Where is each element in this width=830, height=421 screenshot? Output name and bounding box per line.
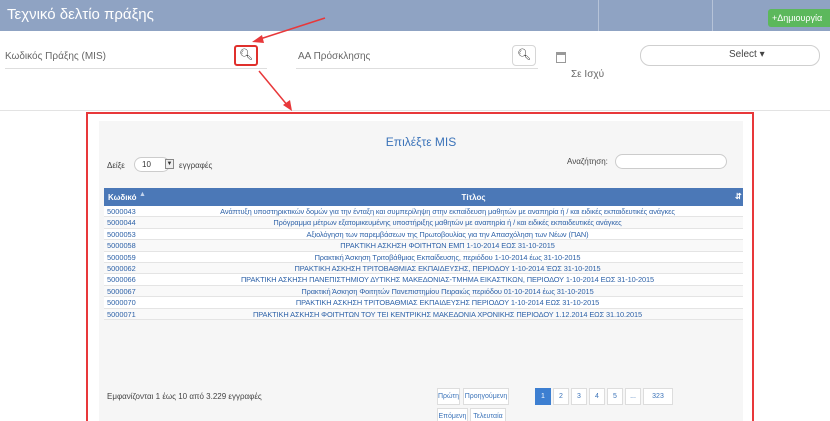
- table-row[interactable]: 5000062 ΠΡΑΚΤΙΚΗ ΑΣΚΗΣΗ ΤΡΙΤΟΒΑΘΜΙΑΣ ΕΚΠΑ…: [104, 262, 743, 275]
- table-row[interactable]: 5000043 Ανάπτυξη υποστηρικτικών δομών για…: [104, 206, 743, 218]
- search-label: Αναζήτηση:: [567, 157, 608, 166]
- search-icon: 🔍︎: [517, 49, 531, 61]
- page-first-button[interactable]: Πρώτη: [437, 388, 460, 405]
- mis-table: Κωδικό ▲ Τίτλος ⇵ 5000043 Ανάπτυξη υποστη…: [104, 188, 743, 320]
- page-button-3[interactable]: 3: [571, 388, 587, 405]
- table-row[interactable]: 5000066 ΠΡΑΚΤΙΚΗ ΑΣΚΗΣΗ ΠΑΝΕΠΙΣΤΗΜΙΟΥ ΔΥΤ…: [104, 274, 743, 286]
- cell-code[interactable]: 5000044: [107, 218, 136, 227]
- in-force-label: Σε Ισχύ: [571, 69, 605, 80]
- calendar-icon[interactable]: [556, 52, 566, 63]
- page-button-4[interactable]: 4: [589, 388, 605, 405]
- cell-code[interactable]: 5000066: [107, 275, 136, 284]
- cell-title[interactable]: Αξιολόγηση των παρεμβάσεων της Πρωτοβουλ…: [152, 230, 743, 239]
- cell-code[interactable]: 5000058: [107, 241, 136, 250]
- cell-code[interactable]: 5000070: [107, 298, 136, 307]
- call-number-label: ΑΑ Πρόσκλησης: [298, 51, 371, 62]
- table-info: Εμφανίζονται 1 έως 10 από 3.229 εγγραφές: [107, 392, 262, 401]
- page-button-5[interactable]: 5: [607, 388, 623, 405]
- modal-body: Επιλέξτε MIS Δείξε 10 ▼ εγγραφές Αναζήτη…: [99, 121, 743, 421]
- cell-code[interactable]: 5000053: [107, 230, 136, 239]
- cell-title[interactable]: ΠΡΑΚΤΙΚΗ ΑΣΚΗΣΗ ΤΡΙΤΟΒΑΘΜΙΑΣ ΕΚΠΑΙΔΕΥΣΗΣ…: [152, 298, 743, 307]
- table-row[interactable]: 5000070 ΠΡΑΚΤΙΚΗ ΑΣΚΗΣΗ ΤΡΙΤΟΒΑΘΜΙΑΣ ΕΚΠΑ…: [104, 297, 743, 309]
- table-row[interactable]: 5000044 Πρόγραμμα μέτρων εξατομικευμένης …: [104, 217, 743, 229]
- mis-search-button[interactable]: 🔍︎: [234, 45, 258, 66]
- page-next-button[interactable]: Επόμενη: [437, 408, 468, 421]
- mis-selection-modal: Επιλέξτε MIS Δείξε 10 ▼ εγγραφές Αναζήτη…: [86, 112, 754, 421]
- page-last-button[interactable]: Τελευταία: [470, 408, 506, 421]
- table-header: Κωδικό ▲ Τίτλος ⇵: [104, 188, 743, 206]
- cell-code[interactable]: 5000059: [107, 253, 136, 262]
- table-row[interactable]: 5000053 Αξιολόγηση των παρεμβάσεων της Πρ…: [104, 228, 743, 241]
- cell-code[interactable]: 5000067: [107, 287, 136, 296]
- search-input[interactable]: [615, 154, 727, 169]
- table-row[interactable]: 5000059 Πρακτική Άσκηση Τριτοβάθμιας Εκπα…: [104, 251, 743, 263]
- table-body: 5000043 Ανάπτυξη υποστηρικτικών δομών για…: [104, 206, 743, 320]
- show-label: Δείξε: [107, 161, 125, 170]
- cell-title[interactable]: ΠΡΑΚΤΙΚΗ ΑΣΚΗΣΗ ΤΡΙΤΟΒΑΘΜΙΑΣ ΕΚΠΑΙΔΕΥΣΗΣ…: [152, 264, 743, 273]
- page-previous-button[interactable]: Προηγούμενη: [463, 388, 509, 405]
- table-row[interactable]: 5000067 Πρακτική Άσκηση Φοιτητών Πανεπιστ…: [104, 285, 743, 298]
- cell-title[interactable]: Πρόγραμμα μέτρων εξατομικευμένης υποστήρ…: [152, 218, 743, 227]
- modal-title: Επιλέξτε MIS: [385, 135, 457, 149]
- page-ellipsis: ...: [625, 388, 641, 405]
- filter-panel: Κωδικός Πράξης (MIS) 🔍︎ ΑΑ Πρόσκλησης 🔍︎…: [0, 31, 830, 111]
- header-divider: [712, 0, 713, 31]
- page-button-323[interactable]: 323: [643, 388, 673, 405]
- cell-code[interactable]: 5000062: [107, 264, 136, 273]
- call-search-button[interactable]: 🔍︎: [512, 45, 536, 66]
- cell-title[interactable]: ΠΡΑΚΤΙΚΗ ΑΣΚΗΣΗ ΠΑΝΕΠΙΣΤΗΜΙΟΥ ΔΥΤΙΚΗΣ ΜΑ…: [152, 275, 743, 284]
- cell-title[interactable]: Πρακτική Άσκηση Τριτοβάθμιας Εκπαίδευσης…: [152, 253, 743, 262]
- cell-title[interactable]: Πρακτική Άσκηση Φοιτητών Πανεπιστημίου Π…: [152, 287, 743, 296]
- mis-code-label: Κωδικός Πράξης (MIS): [5, 51, 106, 62]
- header-divider: [598, 0, 599, 31]
- cell-title[interactable]: Ανάπτυξη υποστηρικτικών δομών για την έν…: [152, 207, 743, 216]
- caret-down-icon[interactable]: ▼: [165, 159, 174, 169]
- mis-code-input[interactable]: [5, 68, 267, 69]
- cell-title[interactable]: ΠΡΑΚΤΙΚΗ ΑΣΚΗΣΗ ΦΟΙΤΗΤΩΝ ΕΜΠ 1-10-2014 Ε…: [152, 241, 743, 250]
- top-bar: Τεχνικό δελτίο πράξης +Δημιουργία: [0, 0, 830, 31]
- cell-title[interactable]: ΠΡΑΚΤΙΚΗ ΑΣΚΗΣΗ ΦΟΙΤΗΤΩΝ ΤΟΥ ΤΕΙ ΚΕΝΤΡΙΚ…: [152, 310, 743, 319]
- sort-icon: ⇵: [735, 192, 742, 201]
- call-number-input[interactable]: [296, 68, 538, 69]
- page-button-2[interactable]: 2: [553, 388, 569, 405]
- column-header-title[interactable]: Τίτλος: [104, 193, 743, 202]
- status-select-label: Select ▾: [729, 49, 765, 60]
- create-button[interactable]: +Δημιουργία: [768, 9, 830, 27]
- table-row[interactable]: 5000071 ΠΡΑΚΤΙΚΗ ΑΣΚΗΣΗ ΦΟΙΤΗΤΩΝ ΤΟΥ ΤΕΙ …: [104, 308, 743, 320]
- status-select[interactable]: Select ▾: [640, 45, 820, 66]
- cell-code[interactable]: 5000071: [107, 310, 136, 319]
- page-button-1[interactable]: 1: [535, 388, 551, 405]
- page-title: Τεχνικό δελτίο πράξης: [7, 6, 154, 23]
- search-icon: 🔍︎: [239, 49, 253, 61]
- cell-code[interactable]: 5000043: [107, 207, 136, 216]
- entries-label: εγγραφές: [179, 161, 213, 170]
- table-row[interactable]: 5000058 ΠΡΑΚΤΙΚΗ ΑΣΚΗΣΗ ΦΟΙΤΗΤΩΝ ΕΜΠ 1-10…: [104, 240, 743, 252]
